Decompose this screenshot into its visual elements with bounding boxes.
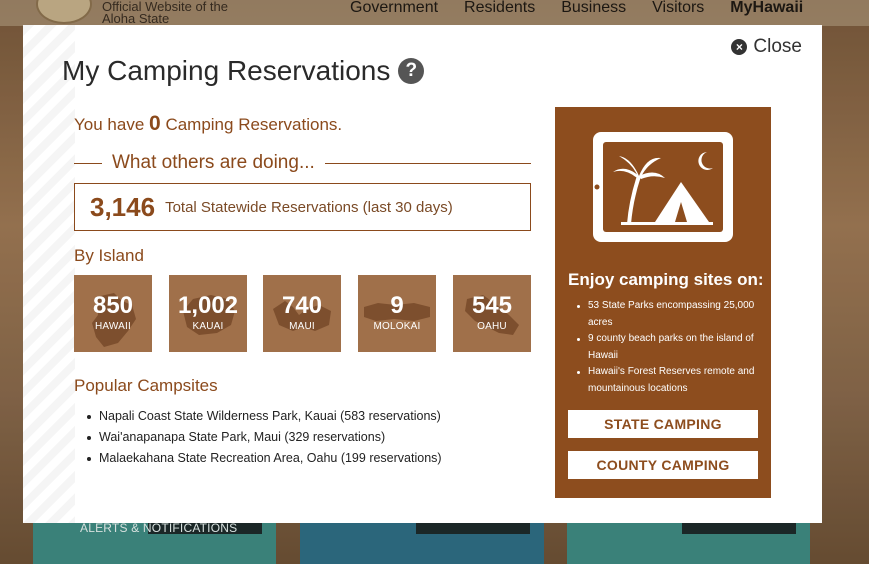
help-icon[interactable]: ? bbox=[398, 58, 425, 84]
statewide-total-box: 3,146 Total Statewide Reservations (last… bbox=[74, 183, 531, 231]
close-label: Close bbox=[753, 36, 802, 57]
others-heading-text: What others are doing... bbox=[112, 152, 315, 173]
others-heading: What others are doing... bbox=[74, 151, 531, 175]
reservations-count: 0 bbox=[149, 112, 161, 135]
island-tile-molokai: 9 MOLOKAI bbox=[358, 275, 436, 352]
reservations-prefix: You have bbox=[74, 115, 145, 134]
statewide-total-label: Total Statewide Reservations (last 30 da… bbox=[165, 198, 453, 216]
island-count: 9 bbox=[390, 292, 404, 319]
statewide-total-count: 3,146 bbox=[90, 191, 156, 222]
island-name: HAWAII bbox=[94, 321, 131, 332]
modal-title: My Camping Reservations ? bbox=[62, 55, 425, 87]
popular-campsites-heading: Popular Campsites bbox=[74, 376, 218, 395]
state-camping-button[interactable]: STATE CAMPING bbox=[568, 410, 758, 438]
island-name: KAUAI bbox=[192, 321, 224, 332]
my-reservations-summary: You have 0 Camping Reservations. bbox=[74, 112, 342, 136]
by-island-heading: By Island bbox=[74, 246, 144, 265]
island-tile-oahu: 545 OAHU bbox=[453, 275, 531, 352]
county-camping-button[interactable]: COUNTY CAMPING bbox=[568, 451, 758, 479]
island-stats: 850 HAWAII 1,002 KAUAI 740 MAUI 9 MOLOKA… bbox=[74, 275, 531, 352]
island-name: OAHU bbox=[477, 321, 507, 332]
island-name: MAUI bbox=[289, 321, 315, 332]
list-item: Napali Coast State Wilderness Park, Kaua… bbox=[87, 406, 442, 427]
reservations-suffix: Camping Reservations. bbox=[165, 115, 343, 134]
list-item: Hawaii's Forest Reserves remote and moun… bbox=[577, 364, 763, 397]
island-count: 545 bbox=[471, 292, 513, 319]
list-item: Wai'anapanapa State Park, Maui (329 rese… bbox=[87, 427, 442, 448]
list-item: 9 county beach parks on the island of Ha… bbox=[577, 331, 763, 364]
island-name: MOLOKAI bbox=[373, 321, 421, 332]
island-count: 850 bbox=[92, 292, 134, 319]
list-item: 53 State Parks encompassing 25,000 acres bbox=[577, 298, 763, 331]
close-icon: × bbox=[731, 39, 748, 55]
popular-campsites-list: Napali Coast State Wilderness Park, Kaua… bbox=[87, 406, 442, 469]
list-item: Malaekahana State Recreation Area, Oahu … bbox=[87, 448, 442, 469]
divider bbox=[324, 162, 531, 164]
island-tile-maui: 740 MAUI bbox=[263, 275, 341, 352]
island-tile-kauai: 1,002 KAUAI bbox=[169, 275, 247, 352]
island-count: 1,002 bbox=[177, 292, 239, 319]
camping-promo-panel: Enjoy camping sites on: 53 State Parks e… bbox=[555, 107, 771, 498]
close-button[interactable]: × Close bbox=[731, 36, 802, 58]
decorative-pattern bbox=[23, 25, 75, 523]
promo-list: 53 State Parks encompassing 25,000 acres… bbox=[577, 298, 763, 397]
promo-heading: Enjoy camping sites on: bbox=[568, 270, 764, 289]
modal-title-text: My Camping Reservations bbox=[62, 55, 391, 86]
island-tile-hawaii: 850 HAWAII bbox=[74, 275, 152, 352]
island-count: 740 bbox=[281, 292, 323, 319]
palm-tent-tablet-icon bbox=[593, 132, 733, 242]
camping-reservations-modal: × Close My Camping Reservations ? You ha… bbox=[23, 25, 822, 523]
divider bbox=[74, 162, 102, 164]
